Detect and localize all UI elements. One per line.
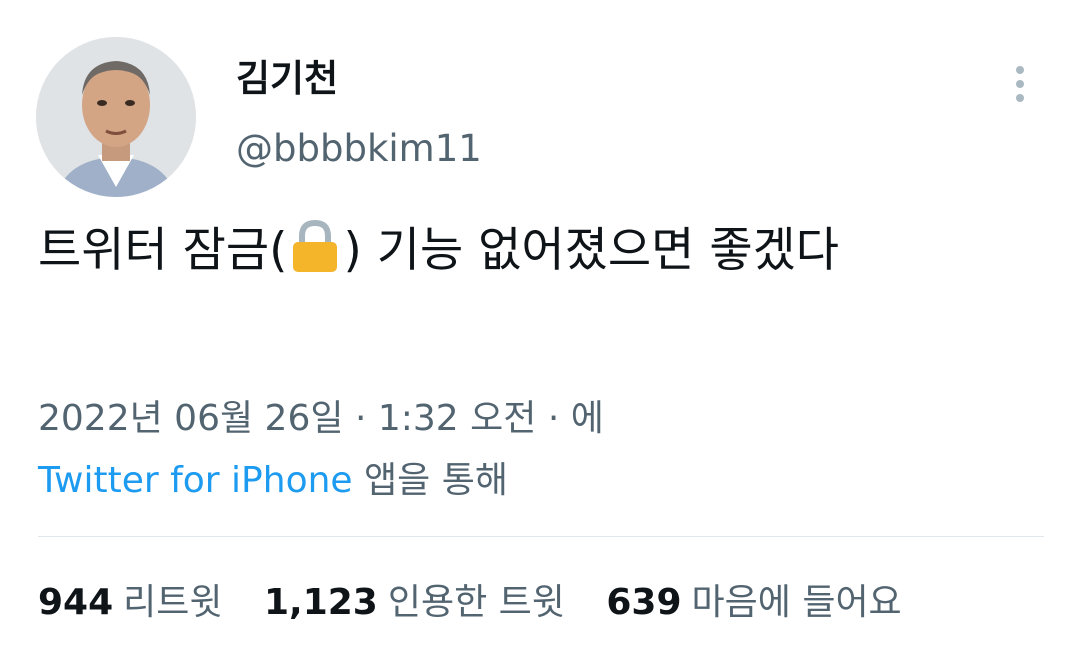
tweet-text-part-2: ) 기능 없어졌으면 좋겠다 — [343, 223, 840, 278]
tweet-date[interactable]: 2022년 06월 26일 — [38, 398, 343, 439]
more-options-button[interactable] — [1000, 58, 1040, 110]
tweet-text-part-1: 트위터 잠금( — [38, 223, 288, 278]
retweets-label: 리트윗 — [123, 582, 223, 623]
via-text-pre: 에 — [570, 398, 604, 439]
divider — [38, 536, 1044, 537]
tweet-stats: 944 리트윗 1,123 인용한 트윗 639 마음에 들어요 — [38, 580, 932, 626]
tweet-time[interactable]: 1:32 오전 — [378, 398, 537, 439]
more-vertical-icon — [1016, 66, 1024, 74]
likes-count: 639 — [606, 582, 682, 623]
via-text-post: 앱을 통해 — [364, 460, 508, 501]
avatar[interactable] — [36, 37, 196, 197]
retweets-stat[interactable]: 944 리트윗 — [38, 580, 223, 626]
lock-icon — [289, 218, 341, 294]
meta-separator-1: · — [354, 398, 367, 439]
meta-separator-2: · — [547, 398, 560, 439]
tweet-text: 트위터 잠금( ) 기능 없어졌으면 좋겠다 — [38, 216, 1048, 294]
quotes-count: 1,123 — [263, 582, 378, 623]
likes-label: 마음에 들어요 — [691, 582, 902, 623]
source-link[interactable]: Twitter for iPhone — [38, 460, 353, 501]
retweets-count: 944 — [38, 582, 114, 623]
username-handle[interactable]: @bbbbkim11 — [236, 130, 482, 167]
display-name[interactable]: 김기천 — [236, 60, 338, 97]
tweet-meta: 2022년 06월 26일 · 1:32 오전 · 에 Twitter for … — [38, 388, 1048, 512]
quotes-label: 인용한 트윗 — [387, 582, 565, 623]
likes-stat[interactable]: 639 마음에 들어요 — [606, 580, 901, 626]
quotes-stat[interactable]: 1,123 인용한 트윗 — [264, 580, 565, 626]
